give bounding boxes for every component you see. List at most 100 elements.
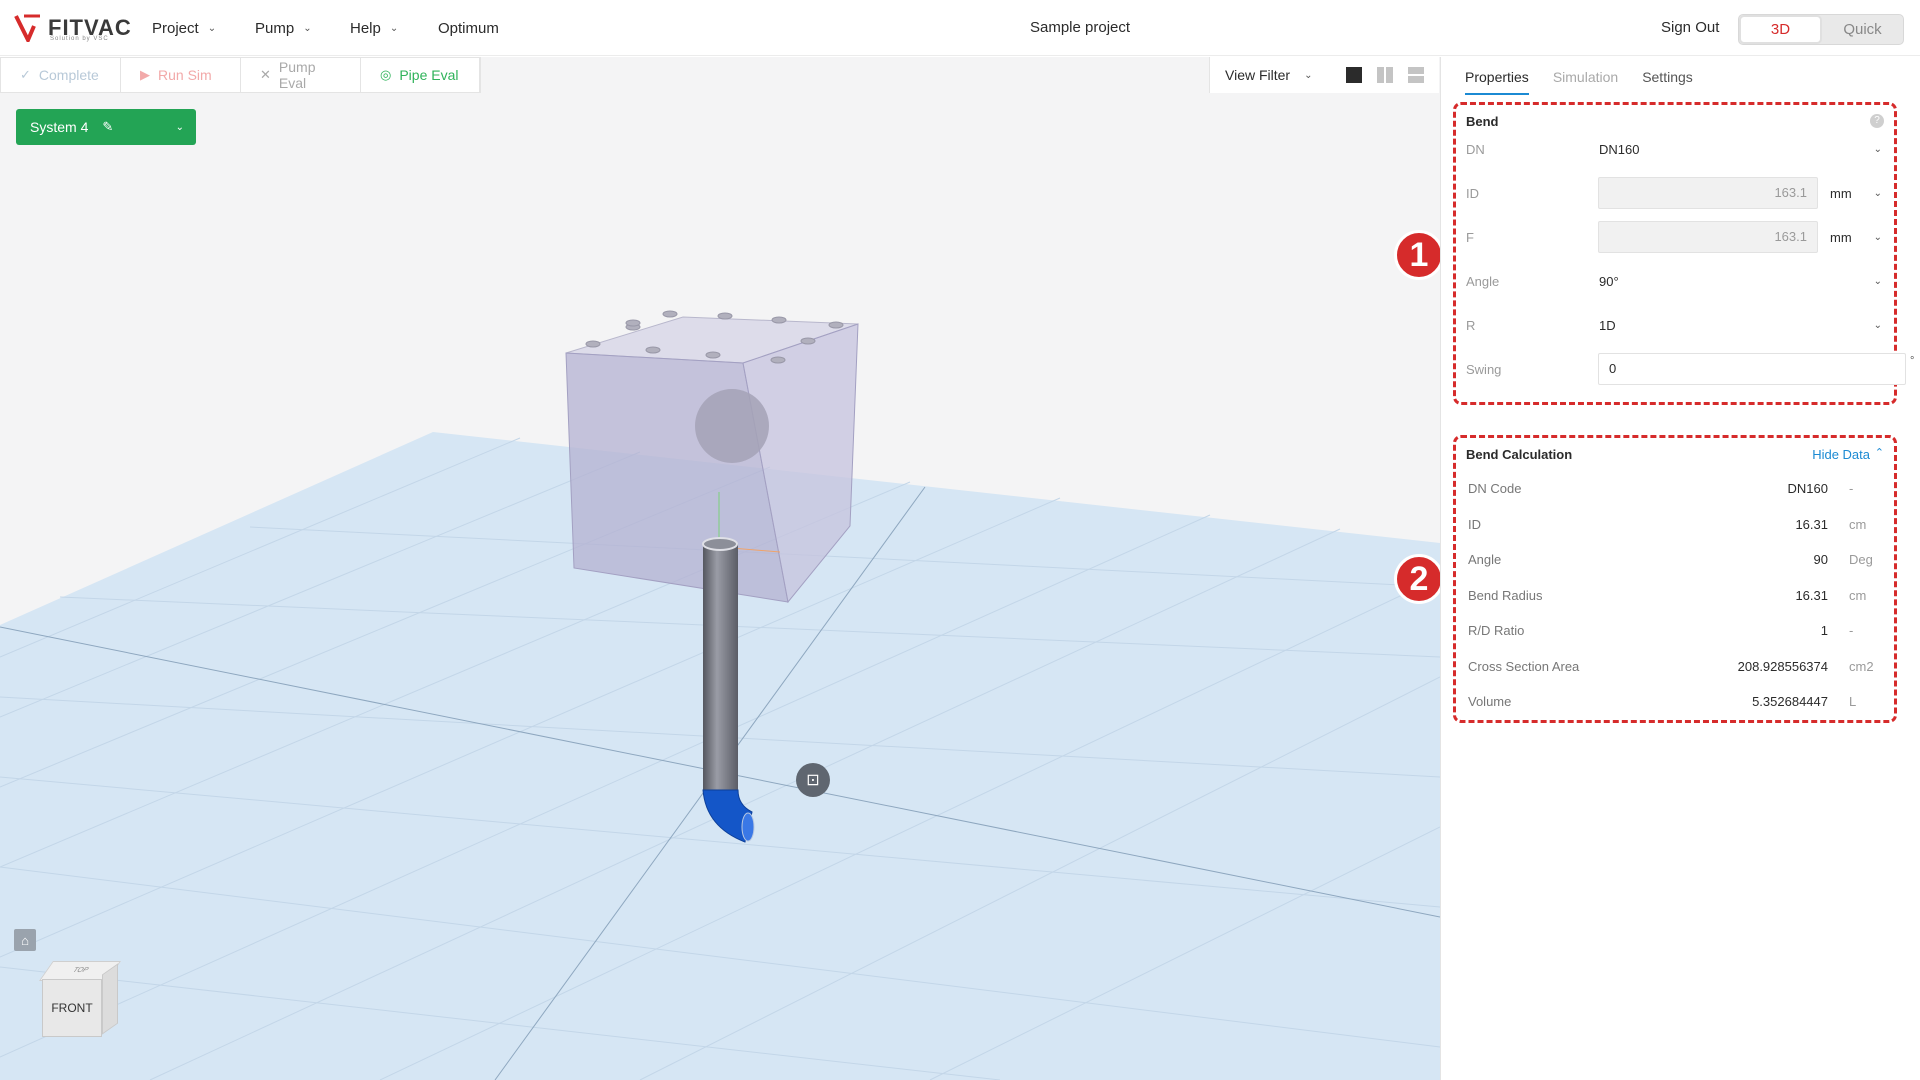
calc-label: DN Code: [1468, 480, 1522, 496]
fit-view-icon[interactable]: ⊡: [796, 763, 830, 797]
field-label: ID: [1466, 185, 1479, 201]
menu-help[interactable]: Help ⌄: [350, 0, 398, 56]
annotation-badge-2: 2: [1394, 554, 1444, 604]
run-sim-label: Run Sim: [158, 67, 212, 83]
calc-label: ID: [1468, 516, 1481, 532]
logo-subtitle: Solution by VSC: [50, 36, 109, 42]
layout-icons: [1345, 66, 1425, 84]
calc-unit: cm2: [1849, 658, 1874, 674]
home-icon[interactable]: ⌂: [14, 929, 36, 951]
calc-value: 1: [1820, 622, 1828, 638]
menu-project[interactable]: Project ⌄: [152, 0, 216, 56]
properties-panel: Properties Simulation Settings Bend ? DN…: [1440, 57, 1920, 1080]
layout-single-icon[interactable]: [1345, 66, 1363, 84]
angle-select[interactable]: 90° ⌄: [1598, 265, 1884, 297]
f-unit-select[interactable]: mm ⌄: [1830, 221, 1884, 253]
complete-button[interactable]: ✓ Complete: [1, 58, 121, 92]
navcube-front[interactable]: FRONT: [42, 979, 102, 1037]
menu-pump-label: Pump: [255, 19, 295, 37]
3d-viewport[interactable]: ✓ Complete ▶ Run Sim ✕ Pump Eval ◎ Pipe Eval…: [0, 57, 1440, 1080]
pump-eval-label: Pump Eval: [278, 59, 316, 91]
chevron-down-icon: ⌄: [1873, 143, 1882, 155]
field-dn: DN DN160 ⌄: [1466, 133, 1884, 165]
top-bar: FITVAC Solution by VSC Project ⌄ Pump ⌄ He…: [0, 0, 1920, 56]
fitvac-logo[interactable]: FITVAC Solution by VSC: [14, 14, 131, 45]
run-sim-button[interactable]: ▶ Run Sim: [121, 58, 241, 92]
calc-value: DN160: [1787, 480, 1828, 496]
id-unit-select[interactable]: mm ⌄: [1830, 177, 1884, 209]
layout-split-horizontal-icon[interactable]: [1407, 66, 1425, 84]
chevron-down-icon[interactable]: ⌄: [176, 122, 184, 133]
dn-value: DN160: [1599, 141, 1640, 157]
menu-pump[interactable]: Pump ⌄: [255, 0, 312, 56]
navigation-cube[interactable]: TOP FRONT: [38, 957, 122, 1039]
calc-label: Bend Radius: [1468, 587, 1543, 603]
calc-unit: -: [1849, 622, 1854, 638]
calc-row: Cross Section Area 208.928556374 cm2: [1468, 656, 1882, 676]
calc-unit: cm: [1849, 587, 1867, 603]
calc-row: ID 16.31 cm: [1468, 514, 1882, 534]
pump-eval-button[interactable]: ✕ Pump Eval: [241, 58, 361, 92]
calc-row: Angle 90 Deg: [1468, 549, 1882, 569]
calc-value: 16.31: [1795, 587, 1828, 603]
annotation-badge-1: 1: [1394, 230, 1444, 280]
play-icon: ▶: [140, 67, 150, 82]
view-filter-dropdown[interactable]: View Filter: [1225, 67, 1290, 83]
calc-unit: Deg: [1849, 551, 1873, 567]
tab-properties[interactable]: Properties: [1465, 69, 1529, 95]
calc-value: 90: [1813, 551, 1828, 567]
dn-select[interactable]: DN160 ⌄: [1598, 133, 1884, 165]
swing-unit: °: [1910, 355, 1915, 367]
r-value: 1D: [1599, 317, 1616, 333]
calc-unit: cm: [1849, 516, 1867, 532]
chevron-down-icon: ⌄: [1304, 69, 1313, 81]
field-angle: Angle 90° ⌄: [1466, 265, 1884, 297]
field-id: ID 163.1 mm ⌄: [1466, 177, 1884, 209]
field-label: F: [1466, 229, 1474, 245]
chevron-up-icon[interactable]: ⌃: [1875, 446, 1884, 459]
calc-value: 5.352684447: [1752, 693, 1828, 709]
project-title: Sample project: [1030, 19, 1131, 36]
chevron-down-icon: ⌄: [1873, 187, 1882, 199]
pipe-eval-button[interactable]: ◎ Pipe Eval: [361, 58, 480, 92]
field-label: R: [1466, 317, 1476, 333]
pump-icon: ✕: [260, 67, 271, 82]
tab-settings[interactable]: Settings: [1642, 69, 1693, 95]
tab-simulation[interactable]: Simulation: [1553, 69, 1618, 95]
help-icon[interactable]: ?: [1870, 114, 1884, 128]
layout-split-vertical-icon[interactable]: [1376, 66, 1394, 84]
toggle-3d-button[interactable]: 3D: [1739, 15, 1822, 44]
section-title: Bend Calculation: [1466, 447, 1573, 462]
pipe-segment[interactable]: [702, 537, 738, 792]
view-filter-bar: View Filter ⌄: [1209, 57, 1439, 93]
field-r: R 1D ⌄: [1466, 309, 1884, 341]
calc-label: Volume: [1468, 693, 1512, 709]
calc-unit: -: [1849, 480, 1854, 496]
system-label: System 4: [30, 119, 89, 135]
chevron-down-icon: ⌄: [1873, 231, 1882, 243]
swing-input[interactable]: 0: [1598, 353, 1906, 385]
calc-label: Cross Section Area: [1468, 658, 1580, 674]
angle-value: 90°: [1599, 273, 1619, 289]
field-label: Angle: [1466, 273, 1500, 289]
complete-label: Complete: [38, 67, 99, 83]
pencil-icon[interactable]: ✎: [102, 119, 113, 135]
field-swing: Swing 0 °: [1466, 353, 1914, 385]
bend-calculation-section: Bend Calculation Hide Data ⌃ DN Code DN1…: [1453, 435, 1897, 723]
system-selector[interactable]: System 4 ✎ ⌄: [16, 109, 196, 145]
view-mode-toggle: 3D Quick: [1738, 14, 1904, 45]
menu-optimum[interactable]: Optimum: [438, 0, 499, 56]
navcube-side[interactable]: [102, 963, 118, 1035]
calc-label: Angle: [1468, 551, 1502, 567]
calc-row: R/D Ratio 1 -: [1468, 620, 1882, 640]
calc-value: 16.31: [1795, 516, 1828, 532]
chevron-down-icon: ⌄: [1873, 319, 1882, 331]
toggle-quick-button[interactable]: Quick: [1822, 15, 1903, 44]
hide-data-link[interactable]: Hide Data: [1812, 447, 1870, 462]
r-select[interactable]: 1D ⌄: [1598, 309, 1884, 341]
field-label: Swing: [1466, 361, 1502, 377]
3d-scene[interactable]: [0, 57, 1440, 1080]
calc-row: DN Code DN160 -: [1468, 478, 1882, 498]
chevron-down-icon: ⌄: [207, 22, 217, 34]
sign-out-link[interactable]: Sign Out: [1661, 19, 1719, 36]
